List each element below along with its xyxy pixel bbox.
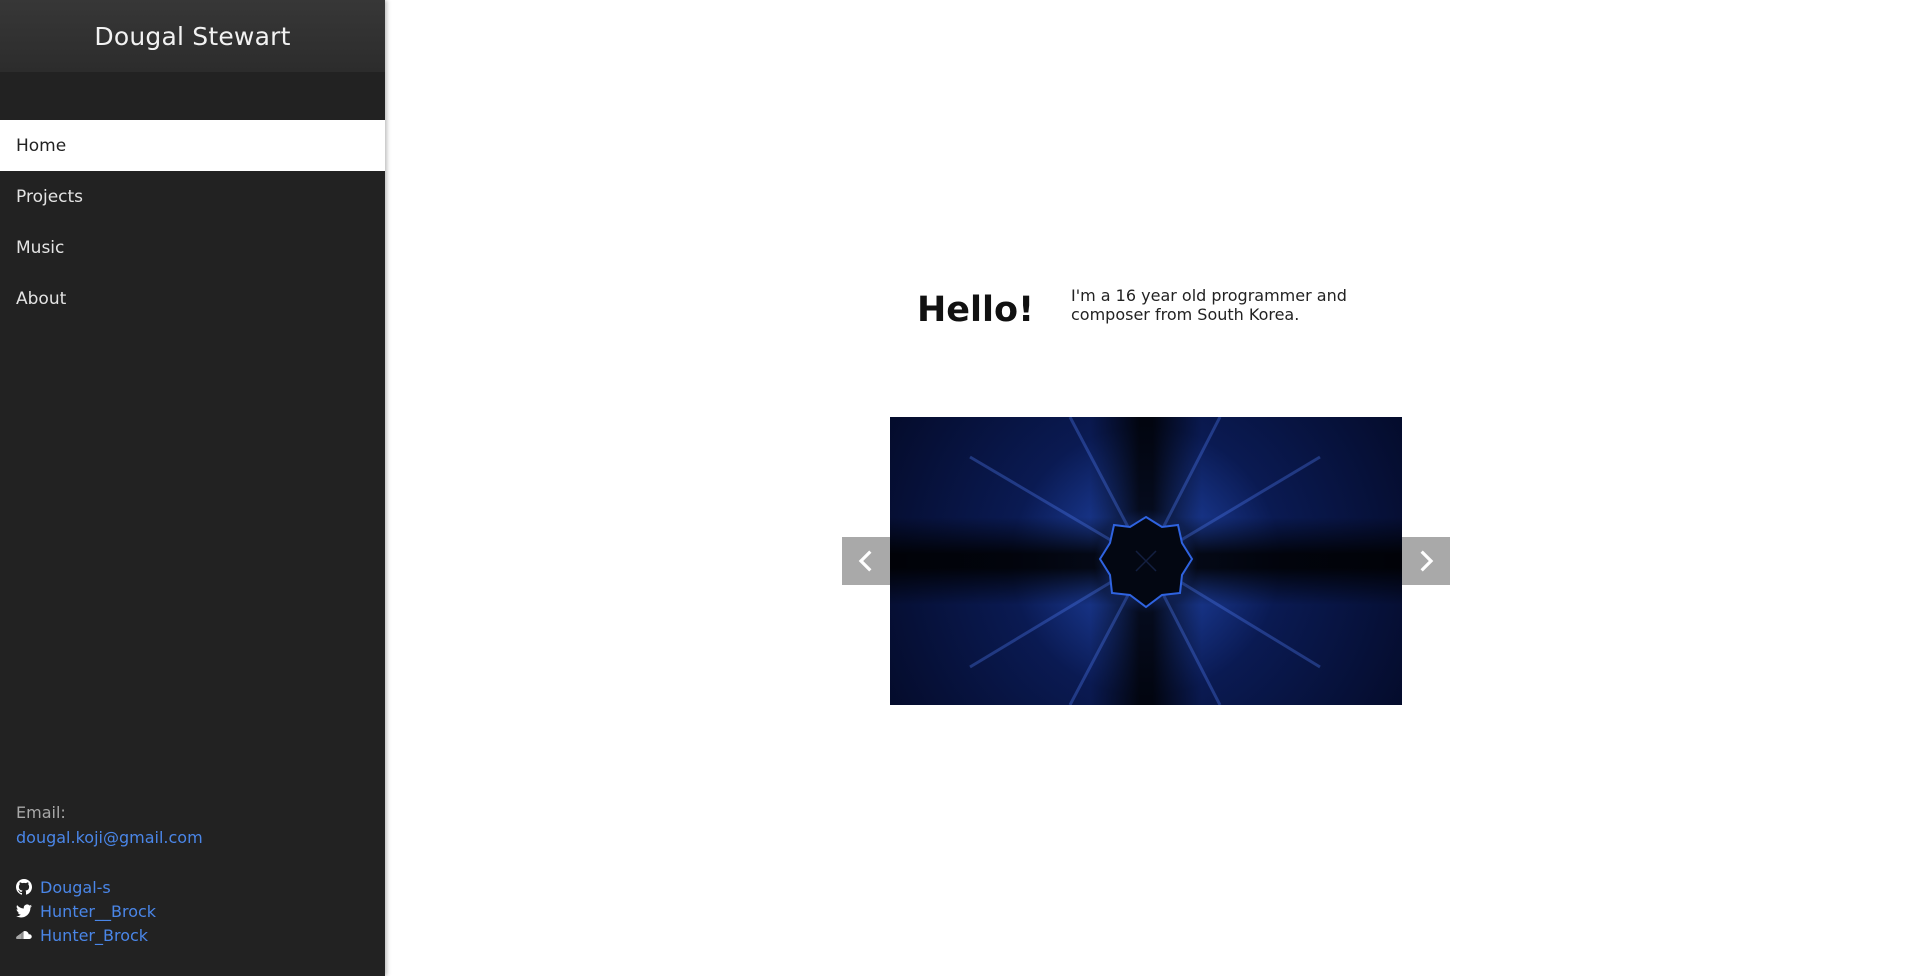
- greeting-heading: Hello!: [917, 290, 1035, 330]
- nav-menu: Home Projects Music About: [0, 120, 385, 324]
- social-soundcloud: Hunter_Brock: [16, 923, 203, 947]
- site-title[interactable]: Dougal Stewart: [94, 22, 290, 51]
- social-github: Dougal-s: [16, 875, 203, 899]
- twitter-link[interactable]: Hunter__Brock: [40, 902, 156, 921]
- soundcloud-link[interactable]: Hunter_Brock: [40, 926, 148, 945]
- social-links: Dougal-s Hunter__Brock Hunter_Brock: [16, 875, 203, 947]
- nav-item-label: About: [16, 288, 67, 309]
- email-label: Email:: [16, 803, 66, 822]
- soundcloud-icon: [16, 930, 32, 939]
- sidebar: Dougal Stewart Home Projects Music About…: [0, 0, 385, 976]
- chevron-right-icon: [1420, 550, 1434, 572]
- nav-item-label: Projects: [16, 186, 84, 207]
- github-link[interactable]: Dougal-s: [40, 878, 111, 897]
- nav-item-label: Music: [16, 237, 65, 258]
- contact-section: Email: dougal.koji@gmail.com Dougal-s Hu…: [16, 803, 203, 947]
- intro-text: I'm a 16 year old programmer and compose…: [1071, 286, 1347, 324]
- nav-item-label: Home: [16, 135, 67, 156]
- github-icon: [16, 879, 32, 895]
- chevron-left-icon: [858, 550, 872, 572]
- nav-item-home[interactable]: Home: [0, 120, 385, 171]
- nav-item-music[interactable]: Music: [0, 222, 385, 273]
- carousel-slide-image: [890, 417, 1402, 705]
- carousel-next-button[interactable]: [1402, 537, 1450, 585]
- nav-item-projects[interactable]: Projects: [0, 171, 385, 222]
- nav-item-about[interactable]: About: [0, 273, 385, 324]
- carousel-prev-button[interactable]: [842, 537, 890, 585]
- main-content: Hello! I'm a 16 year old programmer and …: [385, 0, 1905, 976]
- twitter-icon: [16, 904, 32, 918]
- email-link[interactable]: dougal.koji@gmail.com: [16, 828, 203, 853]
- sidebar-header: Dougal Stewart: [0, 0, 385, 72]
- abstract-blue-burst-image: [890, 417, 1402, 705]
- social-twitter: Hunter__Brock: [16, 899, 203, 923]
